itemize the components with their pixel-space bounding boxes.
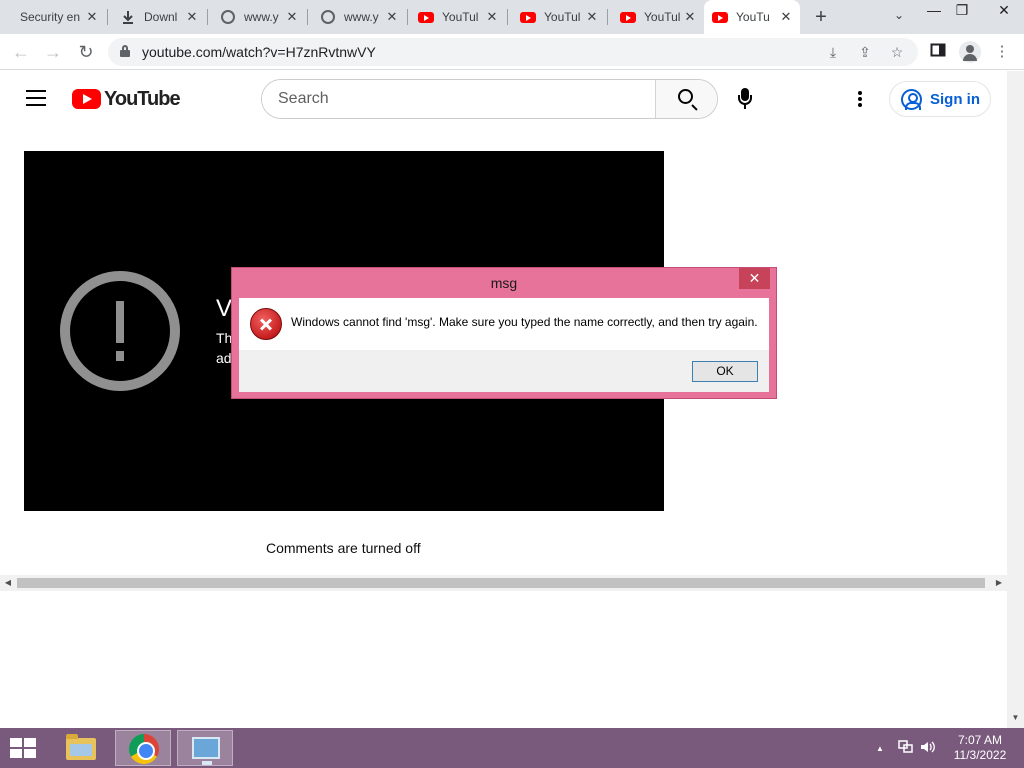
horizontal-scroll-thumb[interactable] (17, 578, 985, 588)
share-icon[interactable]: ⇪ (856, 43, 874, 61)
tab-www-2[interactable]: www.y ✕ (308, 0, 406, 34)
tab-download[interactable]: Downl ✕ (108, 0, 206, 34)
tab-close-icon[interactable]: ✕ (84, 9, 100, 25)
side-panel-icon[interactable] (928, 42, 948, 62)
window-close-button[interactable]: ✕ (990, 2, 1018, 22)
new-tab-button[interactable]: + (810, 6, 832, 28)
dialog-message: Windows cannot find 'msg'. Make sure you… (291, 315, 758, 329)
search-box (261, 79, 718, 119)
tab-youtube-active[interactable]: YouTu ✕ (704, 0, 800, 34)
scroll-down-arrow-icon[interactable]: ▼ (1007, 713, 1024, 727)
profile-avatar-icon[interactable] (959, 41, 981, 63)
tab-close-icon[interactable]: ✕ (682, 9, 698, 25)
bookmark-star-icon[interactable]: ☆ (888, 43, 906, 61)
dialog-close-button[interactable]: ✕ (739, 268, 770, 289)
clock-date: 11/3/2022 (953, 748, 1007, 762)
tab-close-icon[interactable]: ✕ (384, 9, 400, 25)
tab-title: Downl (144, 10, 178, 24)
chrome-icon (129, 734, 159, 764)
youtube-logo-text: YouTube (104, 87, 181, 110)
exclamation-circle-icon (60, 271, 180, 391)
tab-search-chevron-icon[interactable]: ⌄ (890, 8, 908, 26)
youtube-icon (520, 9, 536, 25)
youtube-icon (712, 9, 728, 25)
comments-disabled-text: Comments are turned off (266, 540, 421, 556)
tab-title: YouTu (736, 10, 770, 24)
tab-title: YouTul (544, 10, 581, 24)
youtube-icon (620, 9, 636, 25)
tray-overflow-arrow-icon[interactable]: ▲ (876, 744, 884, 753)
tab-title: Security en (20, 10, 80, 24)
system-clock[interactable]: 7:07 AM 11/3/2022 (940, 733, 1020, 763)
ok-button[interactable]: OK (692, 361, 758, 382)
tab-title: www.y (244, 10, 279, 24)
browser-menu-kebab-icon[interactable]: ⋮ (992, 42, 1012, 62)
youtube-icon (418, 9, 434, 25)
tab-youtube-2[interactable]: YouTul ✕ (508, 0, 606, 34)
search-input[interactable] (262, 80, 655, 118)
window-restore-button[interactable]: ❐ (948, 2, 976, 22)
vertical-scrollbar[interactable]: ▼ (1007, 71, 1024, 728)
scroll-left-arrow-icon[interactable]: ◀ (0, 575, 16, 591)
tab-close-icon[interactable]: ✕ (484, 9, 500, 25)
microphone-icon[interactable] (735, 88, 755, 112)
tab-close-icon[interactable]: ✕ (584, 9, 600, 25)
url-text[interactable]: youtube.com/watch?v=H7znRvtnwVY (142, 44, 376, 60)
chrome-taskbar-button[interactable] (115, 730, 171, 766)
tab-close-icon[interactable]: ✕ (778, 9, 794, 25)
volume-icon[interactable] (920, 740, 936, 757)
tab-close-icon[interactable]: ✕ (184, 9, 200, 25)
dialog-title: msg (490, 275, 518, 291)
tab-youtube-3[interactable]: YouTul ✕ (608, 0, 704, 34)
address-bar[interactable]: youtube.com/watch?v=H7znRvtnwVY ⤓ ⇪ ☆ (108, 38, 918, 66)
screen: Security en ✕ Downl ✕ www.y ✕ www.y ✕ Yo… (0, 0, 1024, 768)
youtube-header: YouTube Sign in (0, 71, 1007, 127)
youtube-play-icon (72, 89, 101, 109)
tab-title: YouTul (442, 10, 479, 24)
clock-time: 7:07 AM (957, 733, 1003, 747)
tab-title: www.y (344, 10, 379, 24)
error-x-icon (250, 308, 282, 340)
dialog-footer: OK (239, 350, 769, 392)
browser-toolbar: ← → ↻ youtube.com/watch?v=H7znRvtnwVY ⤓ … (0, 34, 1024, 70)
forward-arrow-icon[interactable]: → (42, 41, 64, 63)
search-button[interactable] (655, 80, 717, 118)
network-icon[interactable] (898, 740, 914, 757)
tab-close-icon[interactable]: ✕ (284, 9, 300, 25)
reload-icon[interactable]: ↻ (75, 41, 97, 63)
tab-youtube-1[interactable]: YouTul ✕ (408, 0, 506, 34)
account-circle-icon (901, 88, 922, 110)
tab-www-1[interactable]: www.y ✕ (208, 0, 306, 34)
window-minimize-button[interactable]: — (920, 2, 948, 22)
sign-in-button[interactable]: Sign in (889, 81, 991, 117)
dialog-content: Windows cannot find 'msg'. Make sure you… (239, 298, 769, 350)
globe-icon (220, 9, 236, 25)
windows-start-icon[interactable] (10, 738, 38, 760)
folder-icon (66, 734, 96, 760)
windows-taskbar: ▲ 7:07 AM 11/3/2022 (0, 728, 1024, 768)
globe-icon (320, 9, 336, 25)
horizontal-scrollbar[interactable]: ◀ ▶ (0, 575, 1007, 591)
tab-security[interactable]: Security en ✕ (0, 0, 106, 34)
browser-tab-strip: Security en ✕ Downl ✕ www.y ✕ www.y ✕ Yo… (0, 0, 1024, 34)
youtube-logo[interactable]: YouTube (72, 87, 181, 111)
install-download-icon[interactable]: ⤓ (824, 43, 842, 61)
error-dialog: msg ✕ Windows cannot find 'msg'. Make su… (231, 267, 777, 399)
sign-in-label: Sign in (930, 90, 980, 108)
back-arrow-icon[interactable]: ← (10, 41, 32, 63)
tab-title: YouTul (644, 10, 681, 24)
download-icon (120, 9, 136, 25)
video-unavailable-title: V (216, 295, 233, 322)
control-panel-icon (192, 737, 220, 765)
scroll-right-arrow-icon[interactable]: ▶ (991, 575, 1007, 591)
settings-kebab-icon[interactable] (858, 91, 862, 107)
lock-icon[interactable] (120, 45, 130, 57)
search-icon (678, 89, 693, 104)
control-panel-taskbar-button[interactable] (177, 730, 233, 766)
hamburger-menu-icon[interactable] (26, 90, 46, 106)
file-explorer-taskbar-button[interactable] (52, 730, 108, 766)
